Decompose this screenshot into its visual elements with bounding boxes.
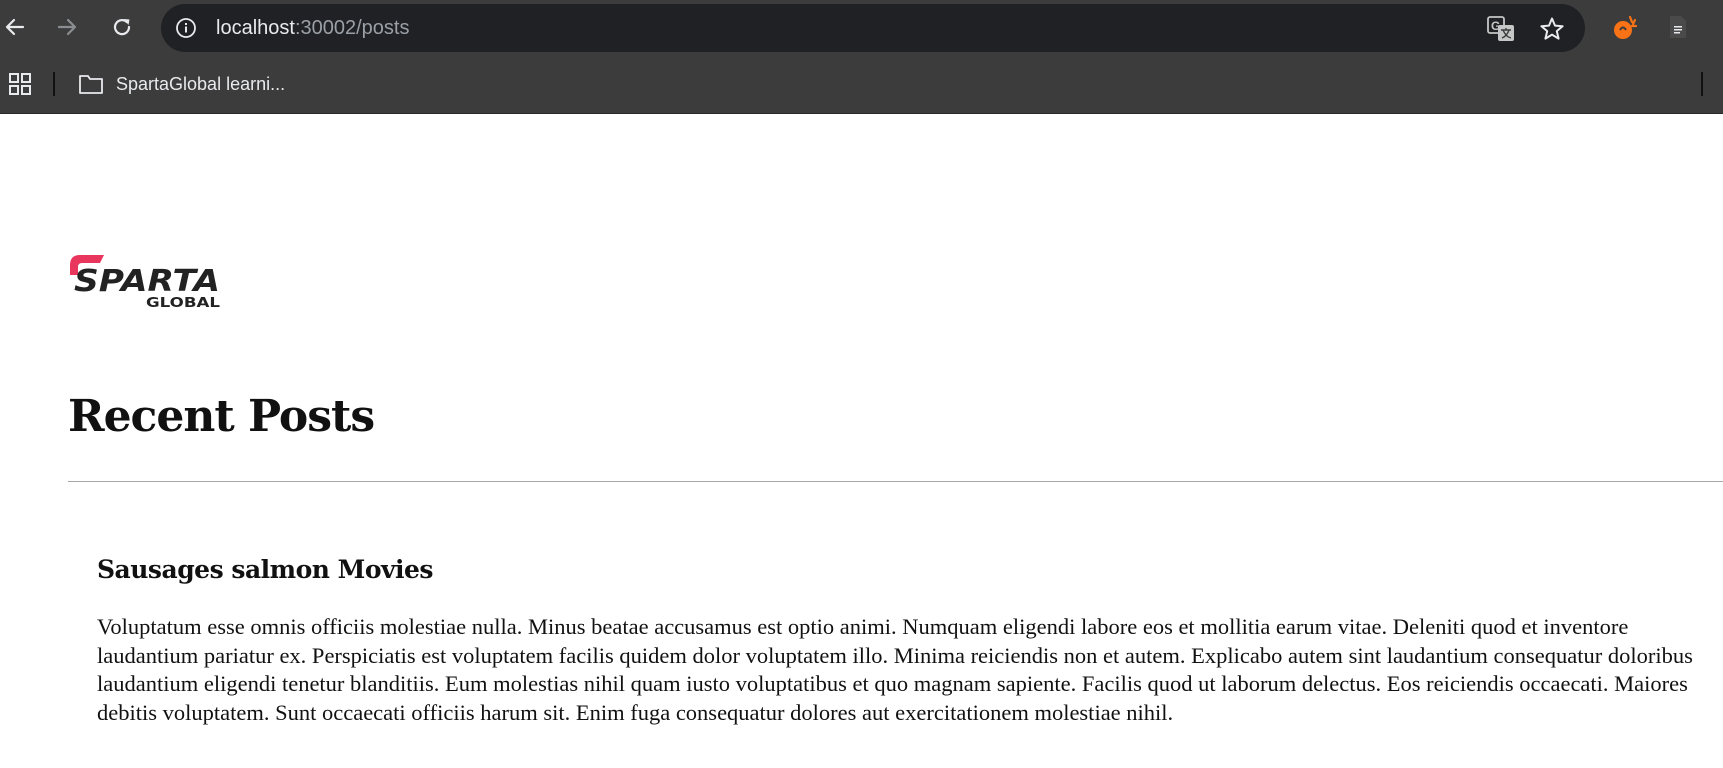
reload-button[interactable]: [107, 12, 137, 42]
bookmark-label: SpartaGlobal learni...: [116, 73, 286, 94]
post-card: Sausages salmon Movies Voluptatum esse o…: [97, 555, 1707, 727]
title-divider: [68, 481, 1723, 482]
reload-icon: [113, 19, 131, 36]
forward-button[interactable]: [52, 12, 82, 42]
bookmarks-end-divider: [1701, 72, 1703, 96]
translate-icon[interactable]: G: [1487, 16, 1515, 42]
url-text[interactable]: localhost:30002/posts: [216, 17, 409, 39]
url-path: :30002/posts: [294, 17, 410, 39]
back-arrow-icon: [5, 18, 25, 36]
bookmark-star-icon[interactable]: [1539, 16, 1565, 42]
logo-subtext: GLOBAL: [146, 296, 220, 311]
page-content: SPARTA GLOBAL Recent Posts Sausages salm…: [0, 115, 1723, 768]
page-title: Recent Posts: [68, 391, 375, 442]
folder-icon: [79, 75, 103, 94]
bookmarks-divider: [53, 72, 55, 96]
back-button[interactable]: [0, 12, 30, 42]
bookmark-folder-spartaglobal[interactable]: SpartaGlobal learni...: [78, 67, 285, 101]
forward-arrow-icon: [57, 18, 77, 36]
address-bar[interactable]: localhost:30002/posts G: [161, 4, 1585, 52]
site-info-icon[interactable]: [175, 17, 197, 39]
post-body: Voluptatum esse omnis officiis molestiae…: [97, 614, 1693, 725]
extension-icon[interactable]: [1610, 13, 1640, 43]
url-host: localhost: [216, 17, 295, 39]
logo-wordmark: SPARTA: [74, 264, 220, 299]
apps-grid-icon[interactable]: [8, 72, 32, 96]
sparta-global-logo[interactable]: SPARTA GLOBAL: [66, 249, 226, 311]
post-title[interactable]: Sausages salmon Movies: [97, 555, 1707, 584]
bookmarks-bar: SpartaGlobal learni...: [0, 55, 1723, 114]
document-icon[interactable]: [1667, 14, 1689, 40]
browser-toolbar: localhost:30002/posts G: [0, 0, 1723, 55]
